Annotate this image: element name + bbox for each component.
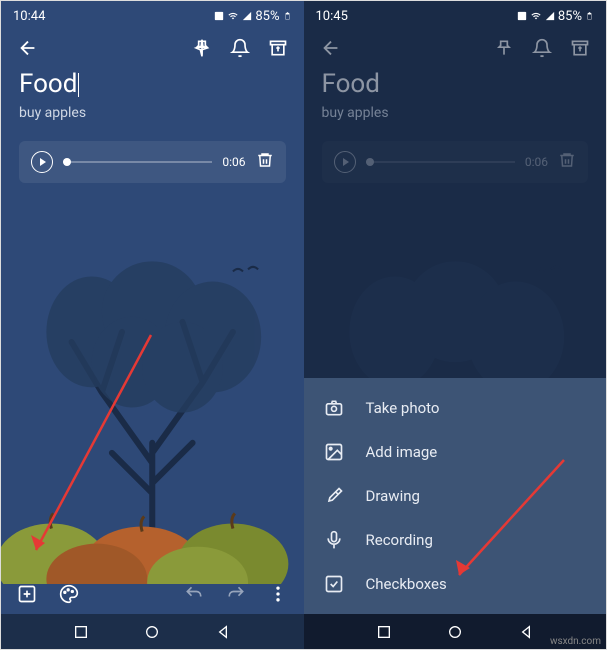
menu-label: Recording bbox=[366, 531, 433, 549]
nav-home[interactable] bbox=[447, 624, 463, 640]
menu-label: Take photo bbox=[366, 399, 440, 417]
nav-recents[interactable] bbox=[376, 624, 392, 640]
audio-player: 0:06 bbox=[19, 141, 286, 183]
audio-player: 0:06 bbox=[322, 141, 589, 183]
nav-back[interactable] bbox=[215, 624, 231, 640]
system-nav-bar bbox=[1, 614, 304, 649]
add-button[interactable] bbox=[17, 584, 37, 604]
nav-back[interactable] bbox=[518, 624, 534, 640]
menu-button[interactable] bbox=[268, 584, 288, 604]
note-body: buy apples bbox=[322, 105, 589, 121]
status-bar: 10:44 85% bbox=[1, 1, 304, 27]
menu-label: Add image bbox=[366, 443, 438, 461]
palette-button[interactable] bbox=[59, 584, 79, 604]
archive-button[interactable] bbox=[570, 38, 590, 58]
checkbox-icon bbox=[324, 574, 344, 594]
top-toolbar bbox=[1, 27, 304, 69]
battery-icon bbox=[585, 9, 594, 23]
reminder-button[interactable] bbox=[230, 38, 250, 58]
audio-track[interactable] bbox=[63, 161, 212, 163]
camera-icon bbox=[324, 398, 344, 418]
audio-duration: 0:06 bbox=[222, 155, 245, 169]
play-button[interactable] bbox=[31, 151, 53, 173]
menu-label: Drawing bbox=[366, 487, 420, 505]
battery-pct: 85% bbox=[255, 9, 279, 24]
top-toolbar bbox=[304, 27, 607, 69]
delete-audio-button[interactable] bbox=[256, 151, 274, 173]
watermark: wsxdn.com bbox=[550, 636, 601, 647]
audio-track bbox=[366, 161, 515, 163]
note-body[interactable]: buy apples bbox=[19, 105, 286, 121]
battery-pct: 85% bbox=[558, 9, 582, 24]
mic-icon bbox=[324, 530, 344, 550]
back-button[interactable] bbox=[320, 37, 342, 59]
note-title: Food bbox=[322, 69, 589, 99]
pin-button[interactable] bbox=[192, 38, 212, 58]
menu-take-photo[interactable]: Take photo bbox=[304, 386, 607, 430]
battery-icon bbox=[283, 9, 292, 23]
status-icons bbox=[214, 11, 252, 21]
image-icon bbox=[324, 442, 344, 462]
delete-audio-button bbox=[558, 151, 576, 173]
undo-button[interactable] bbox=[184, 584, 204, 604]
menu-label: Checkboxes bbox=[366, 575, 447, 593]
archive-button[interactable] bbox=[268, 38, 288, 58]
audio-duration: 0:06 bbox=[525, 155, 548, 169]
status-bar: 10:45 85% bbox=[304, 1, 607, 27]
nav-home[interactable] bbox=[144, 624, 160, 640]
annotation-arrow bbox=[444, 450, 574, 590]
clock: 10:44 bbox=[13, 9, 45, 24]
bottom-toolbar bbox=[1, 574, 304, 614]
back-button[interactable] bbox=[17, 37, 39, 59]
text-cursor bbox=[78, 73, 79, 97]
reminder-button[interactable] bbox=[532, 38, 552, 58]
note-title[interactable]: Food bbox=[19, 69, 286, 99]
status-icons bbox=[517, 11, 555, 21]
clock: 10:45 bbox=[316, 9, 348, 24]
redo-button[interactable] bbox=[226, 584, 246, 604]
play-button bbox=[334, 151, 356, 173]
nav-recents[interactable] bbox=[73, 624, 89, 640]
annotation-arrow bbox=[21, 325, 161, 565]
pin-button[interactable] bbox=[494, 38, 514, 58]
brush-icon bbox=[324, 486, 344, 506]
